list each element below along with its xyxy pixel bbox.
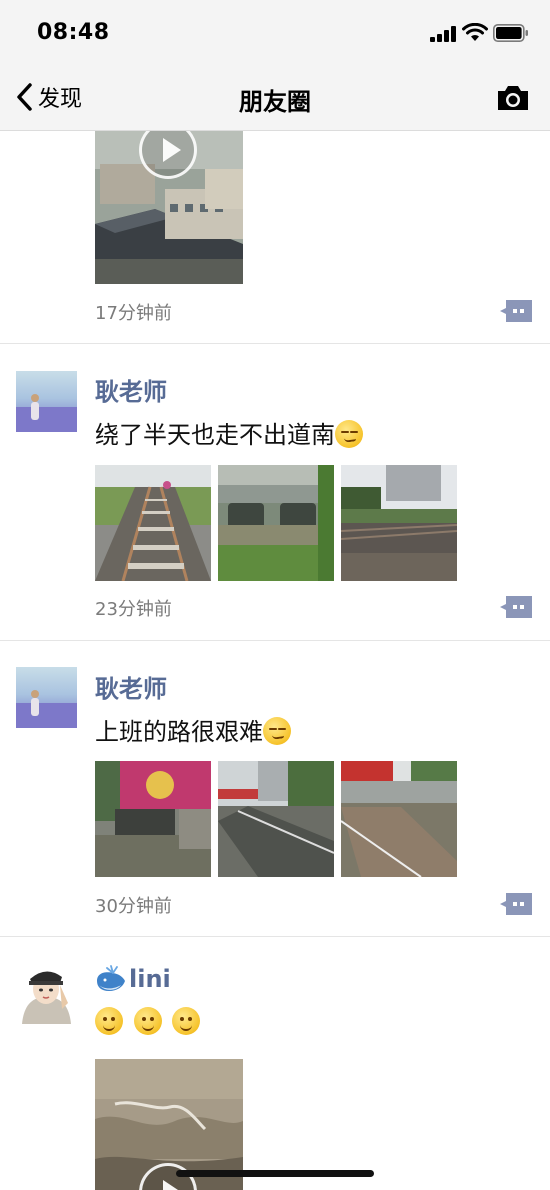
flooded-street-image xyxy=(341,761,457,877)
author-name[interactable]: 耿老师 xyxy=(95,372,167,407)
page-title: 朋友圈 xyxy=(239,88,311,116)
smile-emoji-icon xyxy=(133,1007,162,1035)
smirk-emoji-icon xyxy=(263,717,291,745)
comment-icon[interactable] xyxy=(500,893,532,915)
status-time: 08:48 xyxy=(37,20,110,45)
status-bar: 08:48 xyxy=(0,0,550,64)
author-name[interactable]: lini xyxy=(95,965,171,993)
post-time: 30分钟前 xyxy=(95,896,172,917)
smirk-emoji-icon xyxy=(335,420,363,448)
post-photo[interactable] xyxy=(341,761,457,877)
avatar[interactable] xyxy=(16,963,77,1024)
post-text-content: 上班的路很艰难 xyxy=(95,718,263,746)
moment-post: 耿老师 绕了半天也走不出道南 23分钟前 xyxy=(0,344,550,640)
home-indicator[interactable] xyxy=(176,1170,374,1177)
avatar[interactable] xyxy=(16,371,77,432)
comment-icon[interactable] xyxy=(500,300,532,322)
moments-feed[interactable]: 17分钟前 耿老师 绕了半天也走不出道南 23分钟前 耿老师 上班的路很艰难 3… xyxy=(0,131,550,1190)
post-photo[interactable] xyxy=(341,465,457,581)
smile-emoji-icon xyxy=(172,1007,201,1035)
post-photo[interactable] xyxy=(218,761,334,877)
moment-post: lini xyxy=(0,937,550,1190)
railway-image xyxy=(95,465,211,581)
rail-line-image xyxy=(341,465,457,581)
post-time: 23分钟前 xyxy=(95,599,172,620)
flooded-road-image xyxy=(218,761,334,877)
post-photo[interactable] xyxy=(218,465,334,581)
whale-icon xyxy=(97,965,125,991)
video-thumbnail[interactable] xyxy=(95,131,243,284)
post-photo[interactable] xyxy=(95,761,211,877)
nav-bar: 发现 朋友圈 xyxy=(0,64,550,131)
battery-icon xyxy=(493,24,528,42)
signal-icon xyxy=(430,26,456,42)
moment-post: 耿老师 上班的路很艰难 30分钟前 xyxy=(0,641,550,936)
post-text: 上班的路很艰难 xyxy=(95,712,294,747)
moment-post: 17分钟前 xyxy=(0,131,550,343)
comment-icon[interactable] xyxy=(500,596,532,618)
author-name[interactable]: 耿老师 xyxy=(95,669,167,704)
smile-emoji-icon xyxy=(95,1007,123,1035)
avatar[interactable] xyxy=(16,667,77,728)
post-text: 绕了半天也走不出道南 xyxy=(95,415,366,450)
post-text-content: 绕了半天也走不出道南 xyxy=(95,421,335,449)
post-photo[interactable] xyxy=(95,465,211,581)
wifi-icon xyxy=(462,23,488,41)
author-name-text: lini xyxy=(129,965,171,993)
flooded-tunnel-billboard-image xyxy=(95,761,211,877)
post-time: 17分钟前 xyxy=(95,303,172,324)
camera-icon[interactable] xyxy=(496,84,530,112)
post-text xyxy=(95,1007,203,1041)
flooded-underpass-image xyxy=(218,465,334,581)
